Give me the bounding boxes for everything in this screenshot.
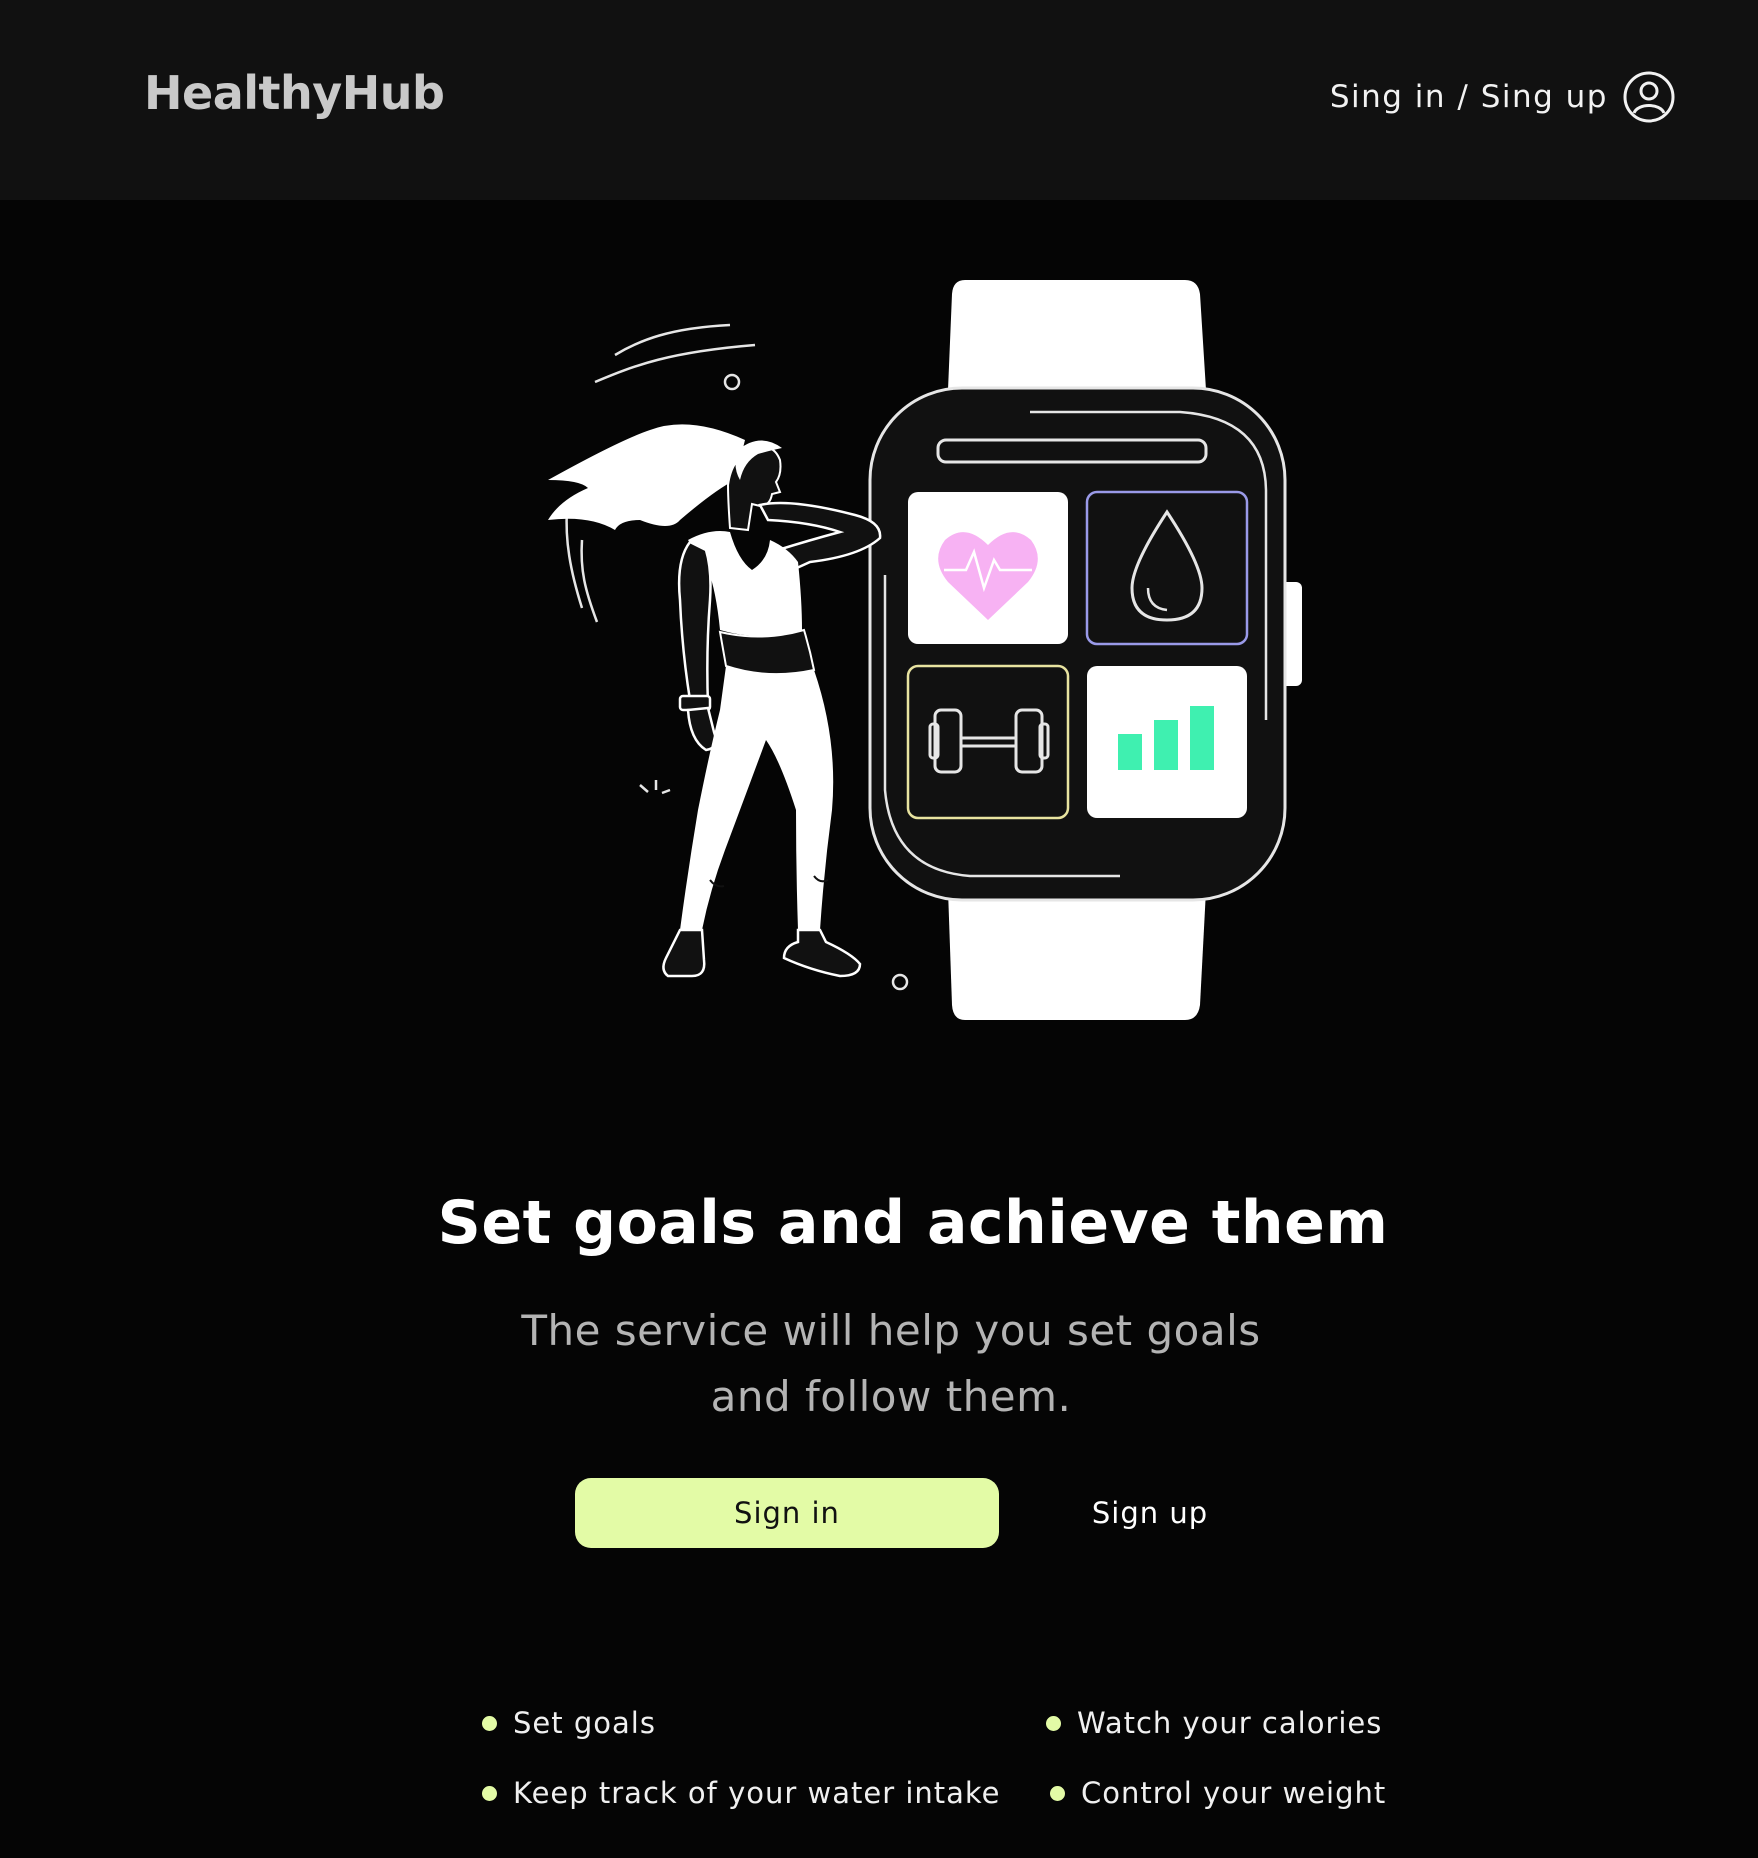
auth-link-label[interactable]: Sing in / Sing up (1330, 79, 1608, 115)
auth-link[interactable]: Sing in / Sing up (1330, 70, 1676, 124)
subtitle-line-2: and follow them. (710, 1372, 1072, 1421)
page-subtitle: The service will help you set goals and … (479, 1298, 1303, 1430)
bullet-dot-icon (482, 1785, 497, 1801)
feature-label: Set goals (513, 1706, 656, 1740)
watch-strap-bottom (948, 890, 1206, 1020)
feature-label: Keep track of your water intake (513, 1776, 1001, 1810)
user-circle-icon[interactable] (1622, 70, 1676, 124)
logo[interactable]: HealthyHub (144, 66, 445, 120)
page: HealthyHub Sing in / Sing up Set goals a… (0, 0, 1758, 1858)
sign-up-button[interactable]: Sign up (1060, 1478, 1240, 1548)
page-title: Set goals and achieve them (437, 1188, 1389, 1258)
header: HealthyHub Sing in / Sing up (0, 0, 1758, 200)
bullet-dot-icon (1046, 1715, 1061, 1731)
subtitle-line-1: The service will help you set goals (521, 1306, 1261, 1355)
woman-figure (548, 424, 882, 978)
feature-label: Control your weight (1081, 1776, 1387, 1810)
bullet-dot-icon (1050, 1785, 1065, 1801)
feature-item: Watch your calories (1046, 1706, 1382, 1740)
workout-tile (906, 664, 1070, 820)
feature-item: Keep track of your water intake (482, 1776, 1001, 1810)
feature-item: Control your weight (1050, 1776, 1386, 1810)
sign-in-button[interactable]: Sign in (575, 1478, 999, 1548)
watch-strap-top (948, 280, 1206, 390)
feature-label: Watch your calories (1077, 1706, 1383, 1740)
feature-item: Set goals (482, 1706, 656, 1740)
bullet-dot-icon (482, 1715, 497, 1731)
hero-illustration (520, 270, 1320, 1050)
